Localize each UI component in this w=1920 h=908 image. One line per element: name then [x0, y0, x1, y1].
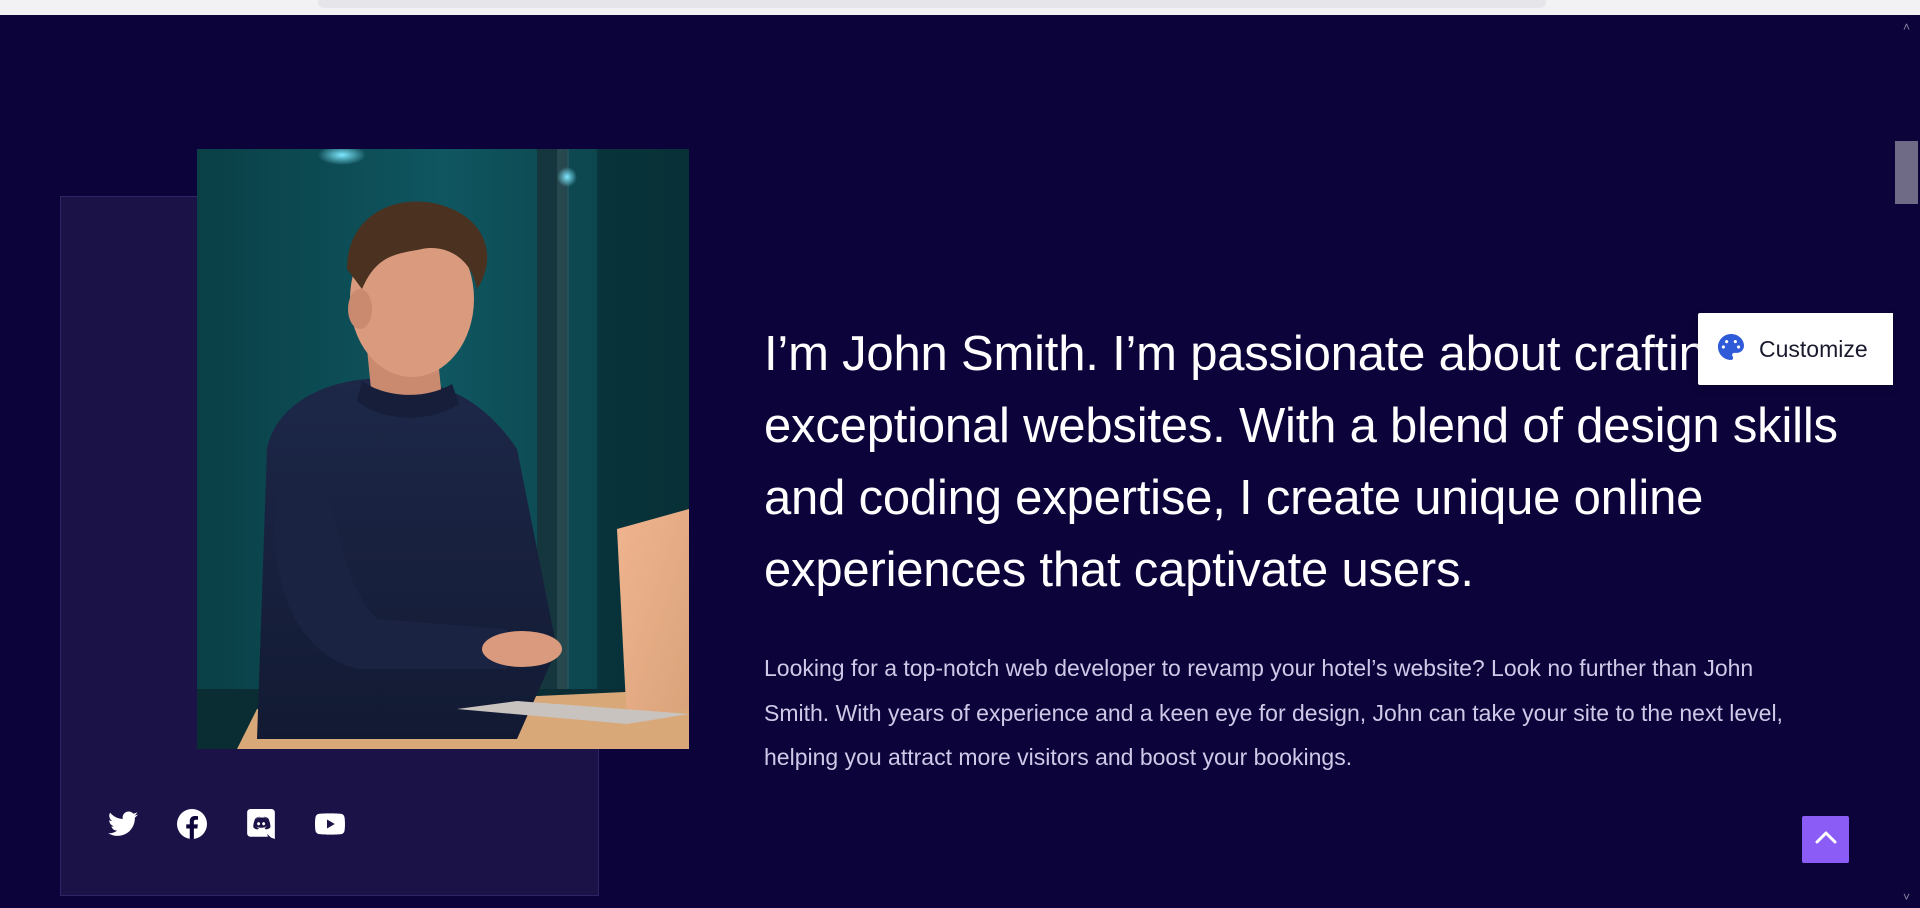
browser-top-bar	[0, 0, 1920, 16]
chevron-up-icon	[1815, 830, 1837, 849]
address-bar[interactable]	[318, 0, 1546, 8]
palette-icon	[1718, 333, 1744, 365]
hero-paragraph: Looking for a top-notch web developer to…	[764, 655, 1783, 770]
scroll-thumb[interactable]	[1895, 141, 1918, 204]
profile-photo	[197, 149, 689, 749]
scroll-up-icon[interactable]: ˄	[1900, 21, 1913, 34]
customize-label: Customize	[1759, 335, 1868, 362]
vertical-scrollbar[interactable]: ˄ ˅	[1893, 15, 1920, 908]
back-to-top-button[interactable]	[1802, 816, 1849, 863]
hero-heading: I’m John Smith. I’m passionate about cra…	[764, 327, 1838, 597]
facebook-icon[interactable]	[177, 809, 207, 839]
twitter-icon[interactable]	[108, 809, 138, 839]
youtube-icon[interactable]	[315, 809, 345, 839]
customize-button[interactable]: Customize	[1698, 313, 1893, 385]
scroll-down-icon[interactable]: ˅	[1900, 891, 1913, 904]
social-links	[108, 808, 345, 840]
discord-icon[interactable]	[246, 809, 276, 839]
